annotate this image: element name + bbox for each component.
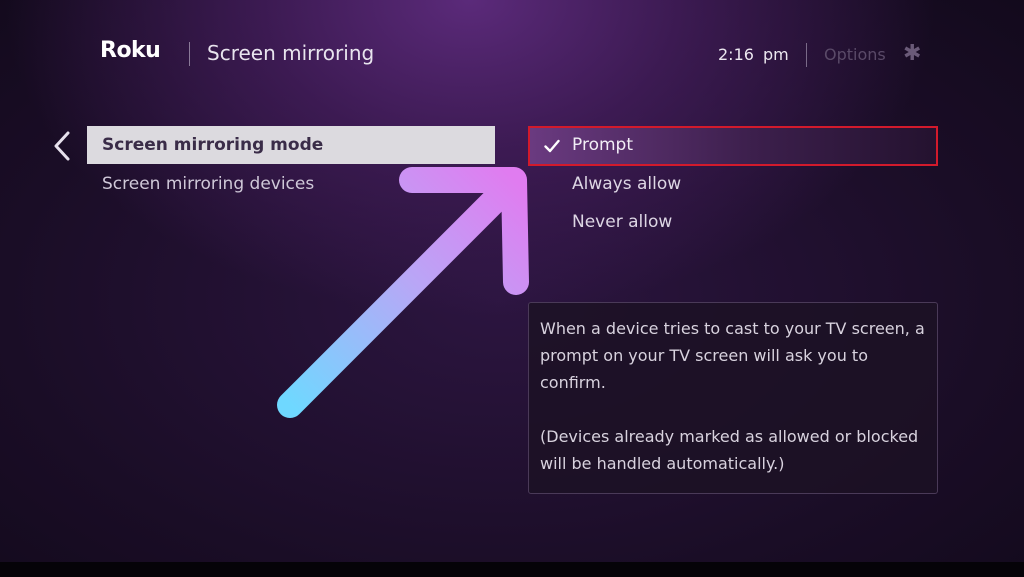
- option-prompt[interactable]: Prompt: [572, 135, 633, 155]
- header-divider: [189, 42, 190, 66]
- clock: 2:16 pm: [718, 45, 789, 64]
- info-paragraph-1: When a device tries to cast to your TV s…: [540, 319, 925, 392]
- options-label[interactable]: Options: [824, 45, 886, 64]
- chevron-left-icon[interactable]: [50, 130, 74, 162]
- bottom-bar: [0, 562, 1024, 577]
- info-text: When a device tries to cast to your TV s…: [540, 315, 930, 477]
- menu-item-label: Screen mirroring mode: [102, 135, 324, 155]
- option-always-allow[interactable]: Always allow: [572, 174, 681, 194]
- checkmark-icon: [544, 139, 560, 153]
- asterisk-icon[interactable]: ✱: [903, 43, 921, 65]
- roku-screen: Roku Screen mirroring 2:16 pm Options ✱ …: [0, 0, 1024, 577]
- menu-item-screen-mirroring-mode[interactable]: Screen mirroring mode: [87, 126, 495, 164]
- info-paragraph-2: (Devices already marked as allowed or bl…: [540, 427, 919, 473]
- option-never-allow[interactable]: Never allow: [572, 212, 672, 232]
- header-divider-right: [806, 43, 807, 67]
- roku-logo: Roku: [100, 38, 161, 63]
- menu-item-screen-mirroring-devices[interactable]: Screen mirroring devices: [102, 174, 314, 194]
- page-title: Screen mirroring: [207, 41, 375, 65]
- info-panel: When a device tries to cast to your TV s…: [528, 302, 938, 494]
